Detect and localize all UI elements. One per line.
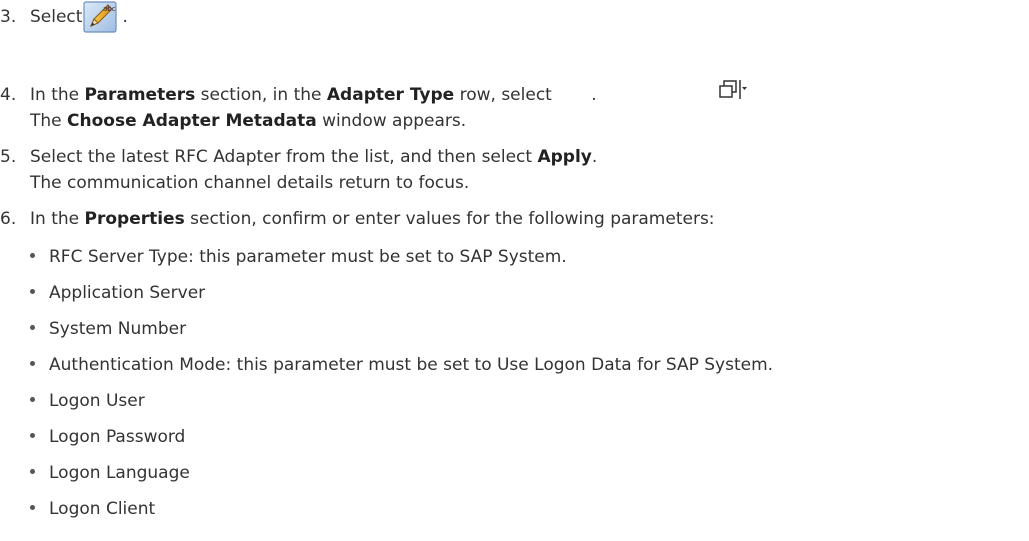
bullet-icon — [30, 360, 35, 366]
step-period: . — [591, 147, 598, 167]
step-text: row, select — [454, 85, 558, 105]
step-text: section, confirm or enter values for the… — [184, 209, 715, 229]
result-text: window appears. — [316, 111, 467, 131]
ui-term-parameters: Parameters — [84, 85, 196, 105]
step-6: 6. In the Properties section, confirm or … — [0, 208, 715, 230]
list-item-text: Application Server — [49, 283, 206, 303]
bullet-icon — [30, 252, 35, 258]
list-item-text: Authentication Mode: this parameter must… — [49, 355, 774, 375]
ui-term-choose-adapter-metadata: Choose Adapter Metadata — [67, 111, 317, 131]
list-item: Application Server — [30, 282, 205, 304]
step-4: 4. In the Parameters section, in the Adap… — [0, 84, 597, 106]
list-item-text: RFC Server Type: this parameter must be … — [49, 247, 567, 267]
bullet-icon — [30, 396, 35, 402]
step-number: 4. — [0, 85, 17, 105]
step-number: 3. — [0, 7, 17, 27]
bullet-icon — [30, 288, 35, 294]
ui-term-adapter-type: Adapter Type — [326, 85, 455, 105]
step-5-result: The communication channel details return… — [30, 172, 469, 194]
list-item: System Number — [30, 318, 186, 340]
list-item: Logon User — [30, 390, 145, 412]
svg-text:abc: abc — [103, 5, 116, 13]
step-text: In the — [30, 85, 85, 105]
choose-adapter-dropdown-icon — [719, 80, 747, 99]
ui-term-properties: Properties — [84, 209, 185, 229]
step-number: 5. — [0, 147, 17, 167]
result-text: The — [30, 111, 68, 131]
step-number: 6. — [0, 209, 17, 229]
ui-term-apply: Apply — [537, 147, 592, 167]
bullet-icon — [30, 324, 35, 330]
bullet-icon — [30, 504, 35, 510]
step-text: section, in the — [195, 85, 327, 105]
bullet-icon — [30, 432, 35, 438]
step-text: Select — [30, 7, 83, 27]
list-item: RFC Server Type: this parameter must be … — [30, 246, 567, 268]
list-item: Logon Language — [30, 462, 190, 484]
step-5: 5. Select the latest RFC Adapter from the… — [0, 146, 597, 168]
step-text: In the — [30, 209, 85, 229]
list-item: Logon Client — [30, 498, 155, 520]
step-period: . — [591, 85, 597, 105]
edit-pencil-icon: abc — [83, 1, 117, 33]
bullet-icon — [30, 468, 35, 474]
list-item: Authentication Mode: this parameter must… — [30, 354, 773, 376]
list-item-text: Logon Language — [49, 463, 190, 483]
list-item: Logon Password — [30, 426, 185, 448]
list-item-text: Logon Password — [49, 427, 186, 447]
result-text: The communication channel details return… — [30, 173, 470, 193]
list-item-text: System Number — [49, 319, 187, 339]
step-text: Select the latest RFC Adapter from the l… — [30, 147, 538, 167]
list-item-text: Logon Client — [49, 499, 156, 519]
list-item-text: Logon User — [49, 391, 145, 411]
step-4-result: The Choose Adapter Metadata window appea… — [30, 110, 466, 132]
step-period: . — [122, 7, 128, 27]
